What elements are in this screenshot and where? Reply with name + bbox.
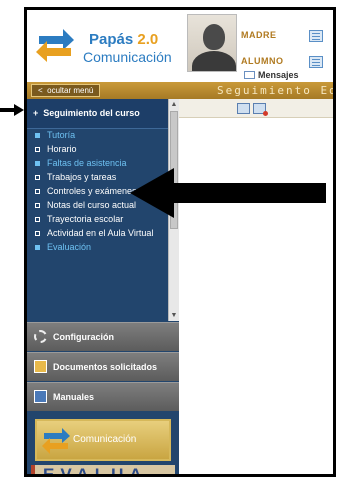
documents-button[interactable]: Documentos solicitados xyxy=(27,352,179,381)
arrows-icon xyxy=(42,428,70,454)
mail-icon xyxy=(244,71,255,79)
content-toolbar xyxy=(179,99,333,118)
messages-link[interactable]: Mensajes xyxy=(244,70,299,80)
sidebar: Seguimiento del curso Tutoría Horario Fa… xyxy=(27,99,179,477)
arrows-logo-icon xyxy=(36,29,74,62)
student-card-icon[interactable] xyxy=(309,56,323,68)
avatar xyxy=(187,14,237,72)
config-button[interactable]: Configuración xyxy=(27,322,179,351)
sidebar-item-aula-virtual[interactable]: Actividad en el Aula Virtual xyxy=(27,228,168,238)
logo-version: 2.0 xyxy=(137,31,159,48)
sidebar-item-evaluacion[interactable]: Evaluación xyxy=(27,242,168,252)
role-student-label[interactable]: ALUMNO xyxy=(241,56,284,66)
scroll-down-arrow-icon[interactable]: ▼ xyxy=(169,310,179,321)
hide-menu-label: ocultar menú xyxy=(47,86,94,95)
documents-icon xyxy=(34,360,47,373)
window-exit-icon[interactable] xyxy=(253,103,268,116)
section-title: Seguimiento Educ xyxy=(217,84,336,97)
config-label: Configuración xyxy=(53,332,114,342)
logo-subtitle: Comunicación xyxy=(83,49,172,65)
parent-card-icon[interactable] xyxy=(309,30,323,42)
comunicacion-banner[interactable]: Comunicación xyxy=(31,415,175,465)
sidebar-section-header[interactable]: Seguimiento del curso xyxy=(27,99,168,129)
top-bar: < ocultar menú Seguimiento Educ xyxy=(27,82,333,99)
manuals-button[interactable]: Manuales xyxy=(27,382,179,411)
avatar-head xyxy=(203,24,225,50)
pointer-arrow-large xyxy=(130,168,326,218)
comunicacion-banner-inner: Comunicación xyxy=(37,421,169,459)
pointer-arrow-small xyxy=(0,104,24,116)
comunicacion-banner-label: Comunicación xyxy=(73,434,137,445)
messages-label: Mensajes xyxy=(258,70,299,80)
gear-icon xyxy=(34,330,47,343)
hide-menu-button[interactable]: < ocultar menú xyxy=(31,84,101,97)
role-parent-label[interactable]: MADRE xyxy=(241,30,277,40)
app-window: Papás 2.0 Comunicación MADRE ALUMNO Mens… xyxy=(24,7,336,477)
avatar-body xyxy=(192,51,236,71)
app-logo[interactable]: Papás 2.0 Comunicación xyxy=(27,10,182,82)
book-icon xyxy=(34,390,47,403)
evalua-banner[interactable]: EVALUA xyxy=(31,465,175,477)
window-icon[interactable] xyxy=(237,103,250,114)
manuals-label: Manuales xyxy=(53,392,95,402)
sidebar-item-tutoria[interactable]: Tutoría xyxy=(27,130,168,140)
documents-label: Documentos solicitados xyxy=(53,362,158,372)
sidebar-item-horario[interactable]: Horario xyxy=(27,144,168,154)
header: Papás 2.0 Comunicación MADRE ALUMNO Mens… xyxy=(27,10,333,82)
logo-title: Papás 2.0 xyxy=(89,31,159,48)
scroll-up-arrow-icon[interactable]: ▲ xyxy=(169,99,179,110)
evalua-banner-label: EVALUA xyxy=(43,465,148,477)
